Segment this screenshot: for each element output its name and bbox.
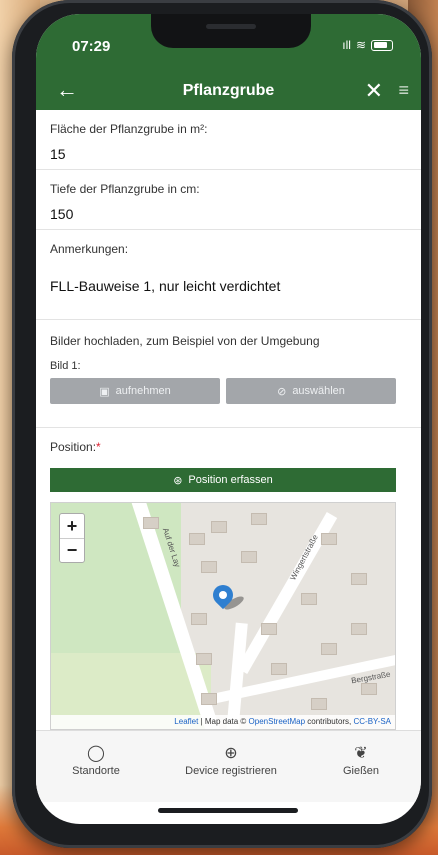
- map-building: [201, 561, 217, 573]
- map-building: [311, 698, 327, 710]
- close-icon[interactable]: ✕: [365, 78, 383, 104]
- wifi-icon: ≋: [355, 38, 366, 52]
- area-value[interactable]: 15: [50, 146, 66, 162]
- plus-circle-icon: ⊕: [224, 745, 238, 762]
- map-building: [321, 643, 337, 655]
- zoom-in-button[interactable]: +: [60, 514, 84, 538]
- location-icon: ⊛: [173, 474, 183, 487]
- depth-label: Tiefe der Pflanzgrube in cm:: [50, 182, 200, 196]
- map-building: [201, 693, 217, 705]
- notes-label: Anmerkungen:: [50, 242, 129, 256]
- map-building: [361, 683, 377, 695]
- tab-giessen[interactable]: ❦ Gießen: [326, 743, 396, 777]
- capture-image-button[interactable]: ▣ aufnehmen: [50, 378, 220, 404]
- notes-field[interactable]: Anmerkungen: FLL-Bauweise 1, nur leicht …: [36, 230, 421, 320]
- license-link[interactable]: CC-BY-SA: [354, 717, 392, 726]
- phone-frame: 07:29 ıll ≋ ← Pflanzgrube ✕ ≡ Fläche der…: [12, 0, 432, 848]
- image-upload-label: Bilder hochladen, zum Beispiel von der U…: [50, 334, 320, 348]
- tab-label: Gießen: [342, 765, 380, 777]
- capture-button-label: aufnehmen: [115, 385, 171, 397]
- tab-standorte[interactable]: ◯ Standorte: [56, 743, 136, 777]
- map-building: [189, 533, 205, 545]
- form-content: Fläche der Pflanzgrube in m²: 15 Tiefe d…: [36, 110, 421, 730]
- depth-field[interactable]: Tiefe der Pflanzgrube in cm: 150: [36, 170, 421, 230]
- choose-image-button[interactable]: ⊘ auswählen: [226, 378, 396, 404]
- attribution-text: | Map data ©: [198, 717, 249, 726]
- map-building: [351, 573, 367, 585]
- attribution-contrib: contributors,: [305, 717, 354, 726]
- tab-label: Device registrieren: [185, 765, 277, 777]
- zoom-out-button[interactable]: −: [60, 538, 84, 562]
- osm-link[interactable]: OpenStreetMap: [249, 717, 305, 726]
- area-label: Fläche der Pflanzgrube in m²:: [50, 122, 208, 136]
- notes-value[interactable]: FLL-Bauweise 1, nur leicht verdichtet: [50, 278, 280, 294]
- location-pin-icon: ◯: [87, 745, 105, 762]
- leaflet-link[interactable]: Leaflet: [174, 717, 198, 726]
- camera-icon: ▣: [99, 385, 110, 398]
- map-building: [143, 517, 159, 529]
- attachment-icon: ⊘: [277, 385, 287, 398]
- page-title: Pflanzgrube: [182, 82, 275, 99]
- map-road: [226, 622, 248, 729]
- map-building: [301, 593, 317, 605]
- choose-button-label: auswählen: [292, 385, 345, 397]
- bottom-tab-bar: ◯ Standorte ⊕ Device registrieren ❦ Gieß…: [36, 730, 421, 802]
- phone-screen: 07:29 ıll ≋ ← Pflanzgrube ✕ ≡ Fläche der…: [36, 14, 421, 824]
- leaf-icon: ❦: [354, 745, 368, 762]
- speaker: [206, 24, 256, 29]
- map-building: [191, 613, 207, 625]
- capture-position-button[interactable]: ⊛ Position erfassen: [50, 468, 396, 492]
- phone-notch: [151, 14, 311, 48]
- map-attribution: Leaflet | Map data © OpenStreetMap contr…: [51, 715, 395, 729]
- capture-position-label: Position erfassen: [188, 474, 273, 486]
- map-building: [251, 513, 267, 525]
- map-zoom-control: + −: [59, 513, 85, 563]
- home-indicator: [158, 808, 298, 813]
- status-time: 07:29: [72, 38, 111, 55]
- map-building: [351, 623, 367, 635]
- signal-icon: ıll: [342, 38, 351, 52]
- map-building: [241, 551, 257, 563]
- area-field[interactable]: Fläche der Pflanzgrube in m²: 15: [36, 110, 421, 170]
- image1-label: Bild 1:: [50, 360, 81, 372]
- status-icons: ıll ≋: [342, 38, 393, 52]
- battery-icon: [371, 39, 393, 51]
- map-building: [271, 663, 287, 675]
- required-mark: *: [96, 440, 101, 454]
- map-building: [321, 533, 337, 545]
- menu-icon[interactable]: ≡: [398, 80, 409, 101]
- tab-label: Standorte: [72, 765, 120, 777]
- map-building: [261, 623, 277, 635]
- position-label: Position:*: [50, 440, 101, 454]
- image-upload-section: Bilder hochladen, zum Beispiel von der U…: [36, 320, 421, 428]
- map-building: [211, 521, 227, 533]
- map-building: [196, 653, 212, 665]
- tab-device-registrieren[interactable]: ⊕ Device registrieren: [166, 743, 296, 777]
- map-view[interactable]: Auf der Lay Wingertstraße Bergstraße + −…: [50, 502, 396, 730]
- position-label-text: Position:: [50, 440, 97, 454]
- depth-value[interactable]: 150: [50, 206, 73, 222]
- app-bar: ← Pflanzgrube ✕ ≡: [36, 72, 421, 110]
